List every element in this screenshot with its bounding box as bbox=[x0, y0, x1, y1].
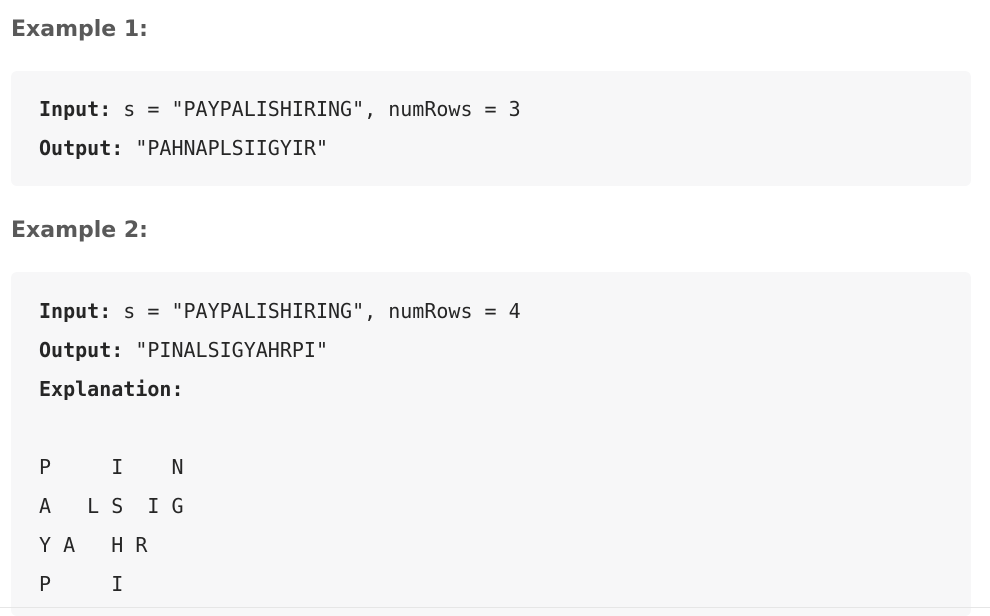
example-1-input-line: Input: s = "PAYPALISHIRING", numRows = 3 bbox=[39, 90, 971, 129]
example-1-code-block: Input: s = "PAYPALISHIRING", numRows = 3… bbox=[11, 71, 971, 186]
bottom-divider bbox=[0, 607, 990, 608]
zigzag-row: P I N bbox=[39, 455, 184, 479]
example-1-output-line: Output: "PAHNAPLSIIGYIR" bbox=[39, 129, 971, 168]
input-label: Input: bbox=[39, 299, 112, 323]
example-2-output-line: Output: "PINALSIGYAHRPI" bbox=[39, 331, 971, 370]
example-1-heading: Example 1: bbox=[11, 17, 148, 42]
output-label: Output: bbox=[39, 338, 124, 362]
example-2-heading: Example 2: bbox=[11, 218, 148, 243]
input-value: s = "PAYPALISHIRING", numRows = 4 bbox=[111, 299, 521, 323]
zigzag-row: A L S I G bbox=[39, 494, 184, 518]
zigzag-row: Y A H R bbox=[39, 533, 148, 557]
example-2-explanation-line: Explanation: bbox=[39, 370, 971, 409]
output-value: "PINALSIGYAHRPI" bbox=[123, 338, 328, 362]
input-value: s = "PAYPALISHIRING", numRows = 3 bbox=[111, 97, 521, 121]
example-2-code-block: Input: s = "PAYPALISHIRING", numRows = 4… bbox=[11, 272, 971, 616]
example-2-input-line: Input: s = "PAYPALISHIRING", numRows = 4 bbox=[39, 292, 971, 331]
output-label: Output: bbox=[39, 136, 124, 160]
explanation-label: Explanation: bbox=[39, 377, 184, 401]
zigzag-row: P I bbox=[39, 572, 124, 596]
output-value: "PAHNAPLSIIGYIR" bbox=[123, 136, 328, 160]
input-label: Input: bbox=[39, 97, 112, 121]
